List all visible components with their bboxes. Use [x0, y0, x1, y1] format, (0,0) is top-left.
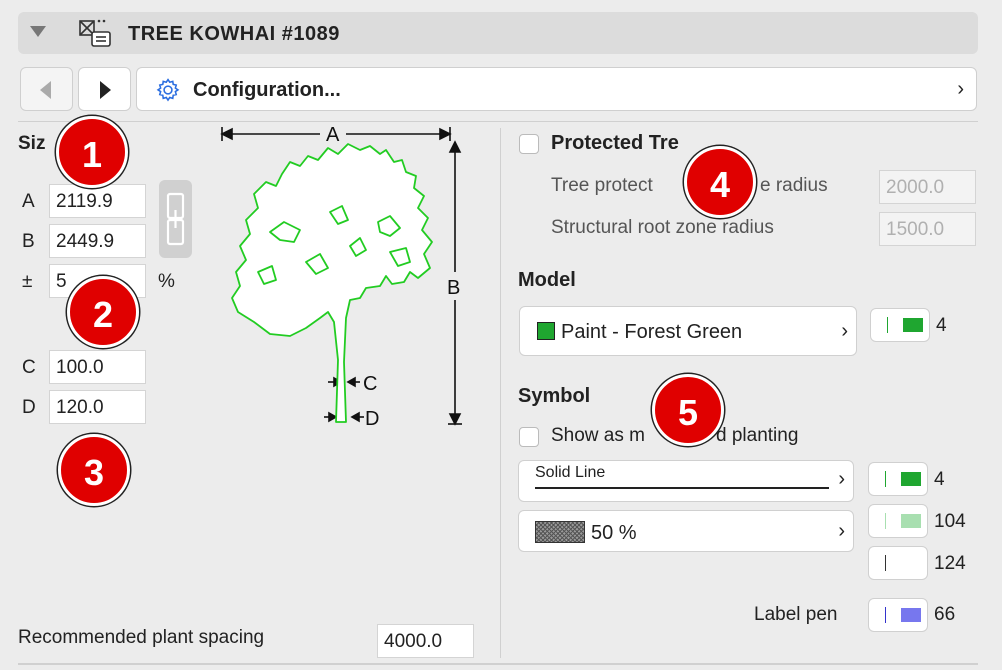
- pen-tick: [885, 555, 886, 571]
- fill-pattern-swatch: [535, 521, 585, 543]
- tree-diagram: A B C D: [220, 124, 462, 430]
- chevron-right-icon: ›: [838, 468, 845, 490]
- pen-tick: [885, 471, 886, 487]
- object-settings-icon: [79, 19, 111, 47]
- srz-field[interactable]: 1500.0: [879, 212, 976, 246]
- model-heading: Model: [518, 269, 576, 291]
- callout-badge-2: 2: [67, 276, 139, 348]
- dim-b-text: B: [447, 277, 460, 299]
- plus-minus-label: ±: [22, 271, 33, 292]
- dim-d-text: D: [365, 408, 379, 430]
- d-field[interactable]: 120.0: [49, 390, 146, 424]
- chevron-right-icon: ›: [841, 320, 848, 342]
- pen-tick: [887, 317, 888, 333]
- tpz-label: Tree protect: [551, 175, 653, 196]
- d-label: D: [22, 397, 36, 418]
- proportion-link-button[interactable]: [159, 180, 192, 258]
- pen-swatch: [901, 472, 921, 486]
- callout-badge-3: 3: [58, 434, 130, 506]
- line-pen-button[interactable]: [868, 462, 928, 496]
- protected-tree-label: Protected Tre: [551, 132, 679, 154]
- tpz-field[interactable]: 2000.0: [879, 170, 976, 204]
- line-sample: [535, 487, 829, 489]
- configuration-label: Configuration...: [193, 79, 341, 101]
- show-massed-label-suffix: d planting: [716, 425, 799, 446]
- label-pen-button[interactable]: [868, 598, 928, 632]
- model-pen-button[interactable]: [870, 308, 930, 342]
- c-field[interactable]: 100.0: [49, 350, 146, 384]
- show-massed-planting-checkbox[interactable]: [519, 427, 539, 447]
- gear-icon: [156, 78, 180, 102]
- fill-pen-number: 104: [934, 511, 966, 532]
- spacing-field[interactable]: 4000.0: [377, 624, 474, 658]
- chevron-right-icon: ›: [957, 78, 964, 100]
- triangle-down-icon[interactable]: [30, 26, 46, 37]
- arrow-right-icon: [100, 81, 111, 99]
- size-heading: Siz: [18, 133, 46, 154]
- chain-link-icon: [166, 192, 185, 246]
- b-label: B: [22, 231, 35, 252]
- pen-swatch: [901, 608, 921, 622]
- background-pen-button[interactable]: [868, 546, 928, 580]
- background-pen-number: 124: [934, 553, 966, 574]
- pen-tick: [885, 607, 886, 623]
- callout-badge-1: 1: [56, 116, 128, 188]
- a-field[interactable]: 2119.9: [49, 184, 146, 218]
- tree-silhouette: [231, 143, 433, 423]
- chevron-right-icon: ›: [838, 520, 845, 542]
- callout-badge-4: 4: [684, 146, 756, 218]
- c-label: C: [22, 357, 36, 378]
- divider-vertical: [500, 128, 501, 658]
- configuration-popup[interactable]: Configuration... ›: [136, 67, 977, 111]
- callout-badge-5: 5: [652, 374, 724, 446]
- dim-a-text: A: [326, 124, 340, 146]
- next-button[interactable]: [78, 67, 131, 111]
- line-type-popup[interactable]: Solid Line ›: [518, 460, 854, 502]
- previous-button[interactable]: [20, 67, 73, 111]
- arrow-left-icon: [40, 81, 51, 99]
- divider-bottom: [18, 663, 978, 665]
- panel-header[interactable]: TREE KOWHAI #1089: [18, 12, 978, 54]
- tpz-label-suffix: e radius: [760, 175, 828, 196]
- line-pen-number: 4: [934, 469, 945, 490]
- surface-swatch: [537, 322, 555, 340]
- pen-tick: [885, 513, 886, 529]
- spacing-label: Recommended plant spacing: [18, 627, 265, 648]
- model-pen-number: 4: [936, 315, 947, 336]
- label-pen-label: Label pen: [754, 604, 838, 625]
- line-type-label: Solid Line: [535, 464, 606, 481]
- srz-label: Structural root zone radius: [551, 217, 774, 238]
- panel-title: TREE KOWHAI #1089: [128, 23, 340, 45]
- fill-pen-button[interactable]: [868, 504, 928, 538]
- protected-tree-checkbox[interactable]: [519, 134, 539, 154]
- label-pen-number: 66: [934, 604, 956, 625]
- a-label: A: [22, 191, 35, 212]
- surface-popup[interactable]: Paint - Forest Green ›: [519, 306, 857, 356]
- symbol-heading: Symbol: [518, 385, 591, 407]
- pen-swatch: [901, 514, 921, 528]
- surface-label: Paint - Forest Green: [561, 321, 743, 343]
- percent-label: %: [158, 271, 175, 292]
- show-massed-label: Show as m: [551, 425, 645, 446]
- pen-swatch: [903, 318, 923, 332]
- b-field[interactable]: 2449.9: [49, 224, 146, 258]
- fill-label: 50 %: [591, 522, 637, 544]
- fill-popup[interactable]: 50 % ›: [518, 510, 854, 552]
- dim-c-text: C: [363, 373, 377, 395]
